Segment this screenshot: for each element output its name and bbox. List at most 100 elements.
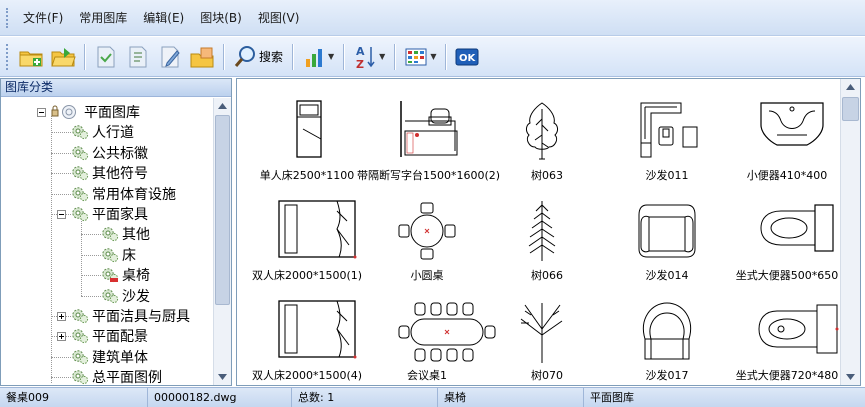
thumbnail-item[interactable]: 双人床2000*1500(4) bbox=[247, 287, 367, 385]
status-total-count: 总数: 1 bbox=[292, 388, 438, 407]
tree-item-label: 桌椅 bbox=[122, 268, 150, 285]
thumbnail-item[interactable]: 沙发014 bbox=[607, 187, 727, 287]
thumbnail-item[interactable]: 树066 bbox=[487, 187, 607, 287]
chart-dropdown-arrow-icon[interactable]: ▼ bbox=[328, 52, 334, 61]
armchair-icon bbox=[607, 191, 727, 261]
tree-connector-line bbox=[81, 254, 101, 256]
thumbnail-item[interactable]: 小圆桌 bbox=[367, 187, 487, 287]
tree-connector-line bbox=[51, 356, 71, 358]
tree-item-label: 床 bbox=[122, 247, 136, 264]
chart-icon bbox=[306, 48, 323, 67]
tree-item[interactable]: 沙发 bbox=[101, 286, 150, 306]
thumbnail-panel: 单人床2500*1100 带隔断写字台1500*1600(2) 树063 沙发011 小… bbox=[236, 78, 861, 386]
tree-connector-line bbox=[81, 234, 101, 236]
expand-icon[interactable] bbox=[57, 311, 66, 321]
edit-button[interactable] bbox=[155, 42, 185, 72]
menubar-grip bbox=[6, 7, 9, 28]
tree-scrollbar[interactable] bbox=[213, 98, 231, 385]
thumbnail-item[interactable]: 坐式大便器500*650 bbox=[727, 187, 847, 287]
svg-text:Z: Z bbox=[356, 58, 364, 70]
thumbnail-item[interactable]: 小便器410*400 bbox=[727, 87, 847, 187]
thumbnail-scrollbar[interactable] bbox=[840, 79, 860, 385]
thumbnail-item[interactable]: 坐式大便器720*480 bbox=[727, 287, 847, 385]
import-button[interactable] bbox=[91, 42, 121, 72]
tree-item[interactable]: 桌椅 bbox=[101, 265, 150, 285]
thumbnail-label: 沙发014 bbox=[645, 269, 689, 282]
copy-button[interactable] bbox=[187, 42, 217, 72]
toolbar-separator bbox=[343, 43, 345, 70]
thumbnail-item[interactable]: 双人床2000*1500(1) bbox=[247, 187, 367, 287]
menu-block[interactable]: 图块(B) bbox=[192, 9, 250, 26]
thumbnail-scroll-thumb[interactable] bbox=[842, 97, 859, 121]
thumbnail-item[interactable]: 沙发017 bbox=[607, 287, 727, 385]
library-node-icon bbox=[72, 125, 89, 140]
tree-item-label: 平面洁具与厨具 bbox=[92, 309, 190, 325]
search-button[interactable]: 搜索 bbox=[229, 42, 287, 72]
open-folder-button[interactable] bbox=[48, 42, 78, 72]
collapse-icon[interactable] bbox=[37, 107, 46, 117]
tree-item[interactable]: 平面图库 bbox=[37, 102, 140, 122]
library-node-icon bbox=[72, 309, 89, 324]
category-tree: 平面图库 人行道 公共标徽 其他符号 常用体育设施 平面家具 其他 床 桌椅 沙… bbox=[1, 98, 213, 385]
tree-item[interactable]: 平面配景 bbox=[57, 326, 148, 346]
view-grid-icon bbox=[405, 48, 427, 65]
chart-button[interactable] bbox=[299, 42, 329, 72]
thumbnail-item[interactable]: 树063 bbox=[487, 87, 607, 187]
tree-scroll-thumb[interactable] bbox=[215, 115, 230, 305]
tree-item[interactable]: 其他符号 bbox=[71, 163, 148, 183]
collapse-icon[interactable] bbox=[57, 209, 66, 219]
library-node-icon bbox=[102, 288, 119, 303]
category-panel-title: 图库分类 bbox=[1, 79, 231, 97]
thumbnail-grid: 单人床2500*1100 带隔断写字台1500*1600(2) 树063 沙发011 小… bbox=[237, 79, 839, 385]
view-mode-button[interactable] bbox=[401, 42, 431, 72]
copy-icon bbox=[190, 47, 214, 67]
menu-library[interactable]: 常用图库 bbox=[71, 9, 135, 26]
thumbnail-item[interactable]: 单人床2500*1100 bbox=[247, 87, 367, 187]
scroll-down-arrow-icon[interactable] bbox=[841, 369, 860, 385]
thumbnail-item[interactable]: 会议桌1 bbox=[367, 287, 496, 385]
thumbnail-label: 坐式大便器500*650 bbox=[735, 269, 839, 282]
tree-item[interactable]: 其他 bbox=[101, 224, 150, 244]
double-bed-icon bbox=[247, 291, 367, 361]
sort-button[interactable]: AZ bbox=[350, 42, 380, 72]
tree-item[interactable]: 公共标徽 bbox=[71, 143, 148, 163]
expand-icon[interactable] bbox=[57, 331, 66, 341]
sort-dropdown-arrow-icon[interactable]: ▼ bbox=[379, 52, 385, 61]
view-dropdown-arrow-icon[interactable]: ▼ bbox=[430, 52, 436, 61]
tree-item[interactable]: 平面家具 bbox=[57, 204, 148, 224]
status-file-name: 00000182.dwg bbox=[148, 388, 292, 407]
thumbnail-item[interactable]: 沙发011 bbox=[607, 87, 727, 187]
menu-view[interactable]: 视图(V) bbox=[250, 9, 308, 26]
tree-item-label: 公共标徽 bbox=[92, 145, 148, 162]
tree-item-label: 建筑单体 bbox=[92, 349, 148, 366]
status-bar: 餐桌009 00000182.dwg 总数: 1 桌椅 平面图库 bbox=[0, 387, 865, 407]
status-category: 桌椅 bbox=[438, 388, 584, 407]
library-node-icon bbox=[72, 329, 89, 344]
toolbar-separator bbox=[84, 43, 85, 70]
library-node-icon bbox=[102, 227, 119, 242]
tree-item[interactable]: 总平面图例 bbox=[71, 367, 162, 385]
status-item-name: 餐桌009 bbox=[0, 388, 148, 407]
library-node-icon bbox=[102, 248, 119, 262]
toolbar-separator bbox=[292, 43, 294, 70]
ok-button[interactable]: OK bbox=[452, 42, 482, 72]
library-node-icon bbox=[72, 207, 89, 222]
thumbnail-label: 会议桌1 bbox=[407, 369, 447, 382]
thumbnail-item[interactable]: 树070 bbox=[487, 287, 607, 385]
tree-item[interactable]: 平面洁具与厨具 bbox=[57, 306, 190, 326]
menu-file[interactable]: 文件(F) bbox=[15, 9, 71, 26]
new-folder-button[interactable] bbox=[16, 42, 46, 72]
export-icon bbox=[129, 46, 147, 67]
scroll-up-arrow-icon[interactable] bbox=[841, 79, 860, 95]
tree-item[interactable]: 床 bbox=[101, 245, 136, 265]
tree-item[interactable]: 建筑单体 bbox=[71, 347, 148, 367]
scroll-up-arrow-icon[interactable] bbox=[214, 98, 231, 114]
scroll-down-arrow-icon[interactable] bbox=[214, 369, 231, 385]
menu-edit[interactable]: 编辑(E) bbox=[135, 9, 192, 26]
export-button[interactable] bbox=[123, 42, 153, 72]
thumbnail-item[interactable]: 带隔断写字台1500*1600(2) bbox=[357, 87, 500, 187]
tree-item[interactable]: 常用体育设施 bbox=[71, 184, 176, 204]
thumbnail-label: 树066 bbox=[531, 269, 563, 282]
tree-item[interactable]: 人行道 bbox=[71, 122, 134, 142]
thumbnail-label: 沙发017 bbox=[645, 369, 689, 382]
